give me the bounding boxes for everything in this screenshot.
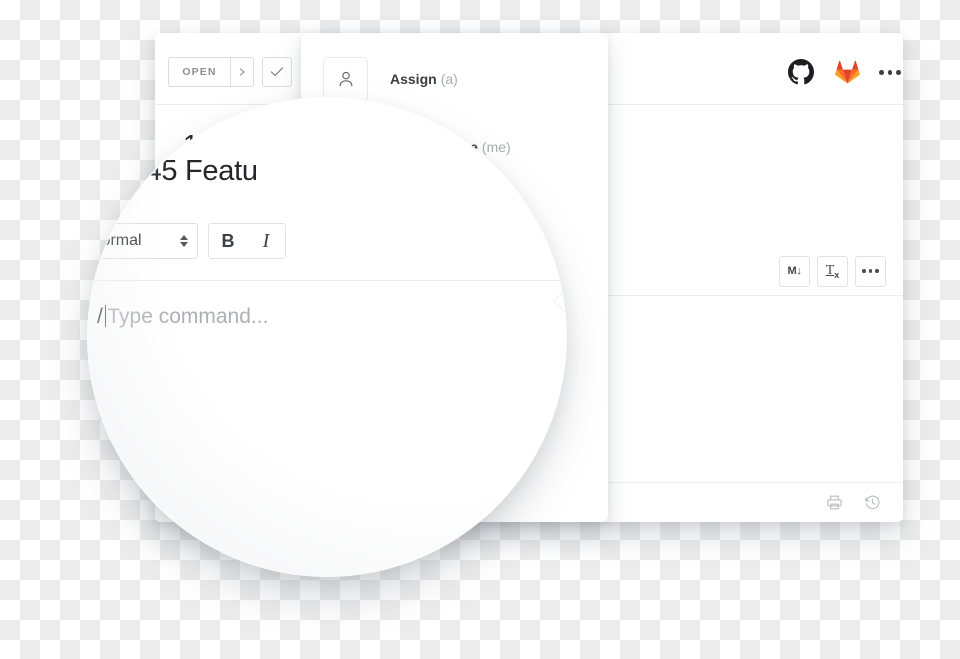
- markdown-arrow: ↓: [796, 265, 802, 277]
- magnifier-lens: 1.45 Featu Normal B I / Type command... s…: [88, 98, 566, 576]
- magnified-text-style-select[interactable]: Normal: [88, 223, 198, 259]
- more-dots-icon[interactable]: [879, 59, 901, 85]
- integration-icons: [787, 55, 903, 89]
- menu-pointer-notch: [554, 288, 566, 314]
- magnified-editor-placeholder: / Type command...: [97, 305, 268, 329]
- printer-icon[interactable]: [823, 492, 845, 514]
- toolbar-more-button[interactable]: [855, 255, 886, 287]
- toolbar-right-group: M↓ Tx: [779, 255, 886, 287]
- markdown-label: M: [787, 265, 797, 277]
- magnified-toolbar: Normal B I: [88, 223, 286, 259]
- markdown-button[interactable]: M↓: [779, 255, 810, 287]
- status-button-group[interactable]: OPEN: [168, 57, 254, 87]
- github-logo-icon[interactable]: [787, 58, 815, 86]
- chevron-right-icon[interactable]: [230, 57, 254, 87]
- clear-format-button[interactable]: Tx: [817, 255, 848, 287]
- stepper-icon: [180, 235, 188, 247]
- magnified-text-style-value: Normal: [90, 232, 142, 249]
- magnifier-content: 1.45 Featu Normal B I / Type command... s…: [88, 98, 566, 576]
- clear-format-sub: x: [834, 269, 840, 280]
- menu-item-label: Assign (a): [390, 71, 458, 87]
- magnified-editor[interactable]: / Type command...: [88, 280, 566, 576]
- clear-format-label: T: [825, 262, 835, 278]
- status-open-button[interactable]: OPEN: [168, 57, 230, 87]
- slash-character: /: [97, 305, 103, 328]
- magnified-placeholder-text: Type command...: [107, 305, 269, 328]
- history-clock-icon[interactable]: [861, 492, 883, 514]
- check-icon: [270, 67, 284, 77]
- magnified-bold-button[interactable]: B: [209, 224, 247, 258]
- magnified-page-title: 1.45 Featu: [122, 155, 258, 187]
- more-dots-icon: [862, 269, 879, 273]
- magnified-italic-button[interactable]: I: [247, 224, 285, 258]
- person-icon: [323, 56, 368, 102]
- magnified-background-note: st be completed: [558, 508, 566, 525]
- mark-complete-button[interactable]: [262, 57, 292, 87]
- gitlab-logo-icon[interactable]: [833, 58, 861, 86]
- magnified-format-group: B I: [208, 223, 286, 259]
